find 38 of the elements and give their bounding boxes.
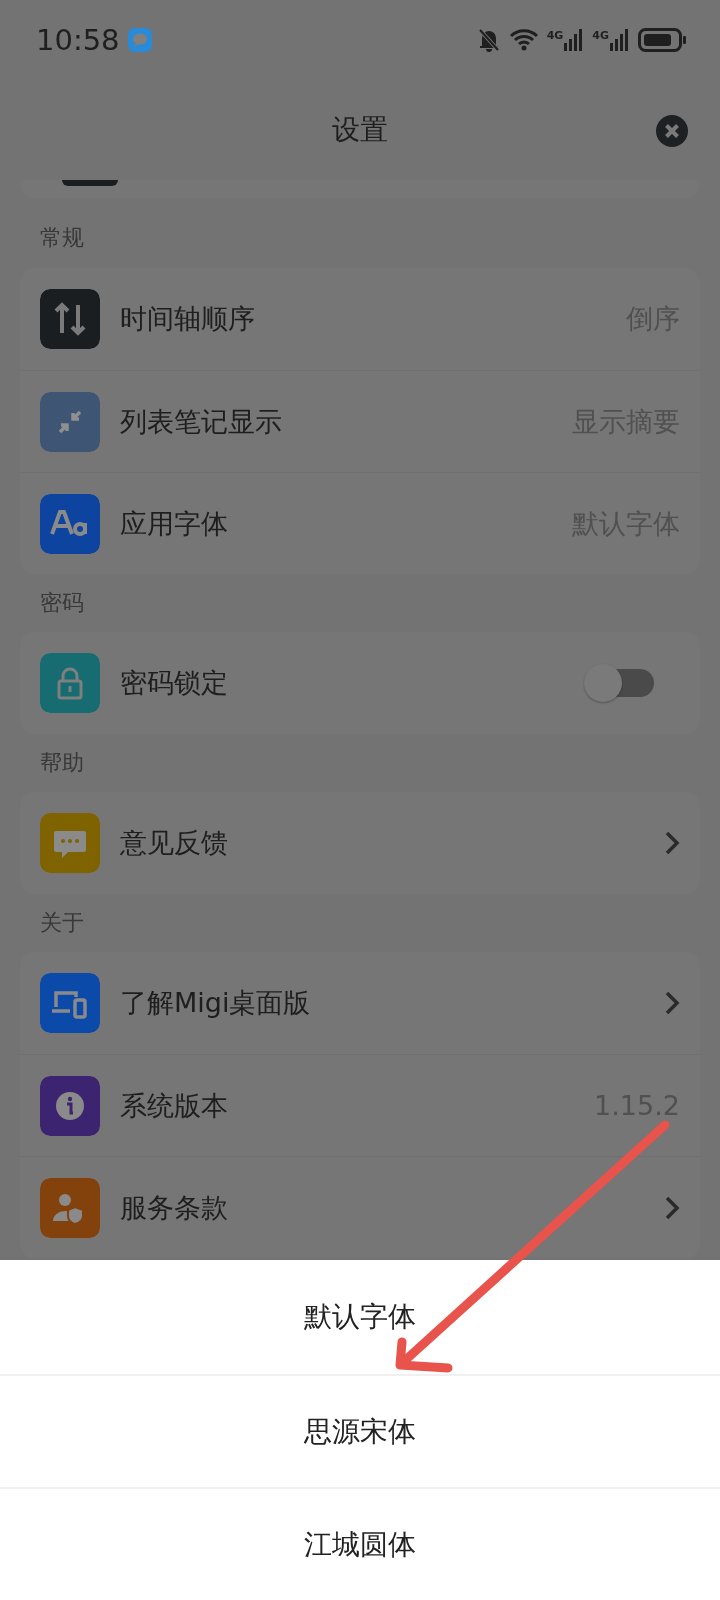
signal-bars-icon	[610, 29, 630, 51]
sort-arrows-icon	[40, 289, 100, 349]
lock-icon	[40, 653, 100, 713]
chevron-right-icon	[664, 830, 680, 856]
font-icon	[40, 493, 100, 554]
section-title: 帮助	[40, 749, 84, 777]
status-time: 10:58	[36, 23, 120, 57]
setting-label[interactable]: 意见反馈	[120, 825, 228, 861]
info-icon	[40, 1075, 100, 1136]
toggle-switch[interactable]	[584, 663, 656, 703]
section-title: 关于	[40, 909, 84, 937]
font-option[interactable]: 默认字体	[298, 1297, 422, 1337]
setting-label[interactable]: 时间轴顺序	[120, 301, 255, 337]
setting-label[interactable]: 了解Migi桌面版	[120, 985, 311, 1021]
battery-icon	[638, 28, 686, 52]
setting-label[interactable]: 应用字体	[120, 505, 228, 542]
network-type-label: 4G	[546, 29, 564, 42]
collapse-arrows-icon	[40, 391, 100, 452]
font-option[interactable]: 思源宋体	[298, 1411, 422, 1452]
close-icon[interactable]	[656, 115, 688, 147]
network-type-label: 4G	[592, 29, 609, 42]
chat-bubble-icon	[40, 813, 100, 873]
user-shield-icon	[40, 1177, 100, 1238]
setting-label[interactable]: 服务条款	[120, 1189, 228, 1226]
setting-label[interactable]: 系统版本	[120, 1087, 228, 1124]
chevron-right-icon	[664, 990, 680, 1016]
chevron-right-icon	[664, 1194, 680, 1221]
section-title: 密码	[40, 589, 84, 617]
muted-bell-icon	[476, 27, 501, 53]
setting-label[interactable]: 密码锁定	[120, 665, 228, 701]
setting-label[interactable]: 列表笔记显示	[120, 403, 282, 440]
devices-icon	[40, 973, 100, 1033]
message-app-icon	[127, 28, 152, 52]
section-title: 常规	[40, 224, 84, 252]
wifi-icon	[508, 28, 539, 52]
font-option[interactable]: 江城圆体	[298, 1524, 422, 1565]
page-title: 设置	[332, 112, 388, 148]
signal-bars-icon	[564, 29, 585, 51]
